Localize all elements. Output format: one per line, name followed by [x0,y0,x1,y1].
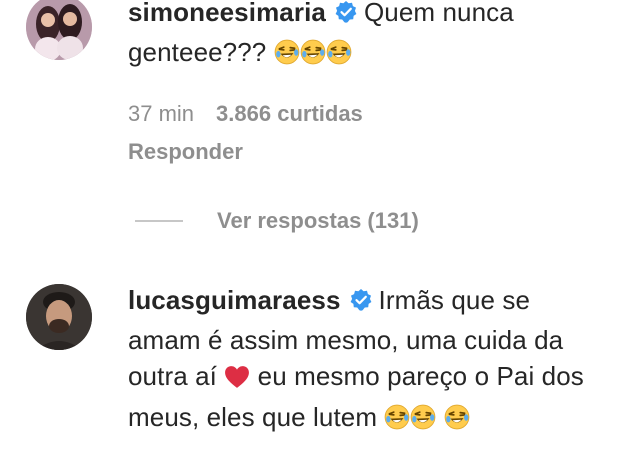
rofl-emoji-icon [273,38,300,75]
comment-text: simoneesimaria Quem nunca genteee??? [128,0,598,74]
view-replies-label: Ver respostas (131) [217,208,419,233]
verified-badge-icon [349,285,373,322]
likes-count[interactable]: 3.866 curtidas [216,101,363,126]
username[interactable]: simoneesimaria [128,0,326,27]
rofl-emoji-icon [299,38,326,75]
rofl-emoji-icon [410,403,437,440]
comment-time[interactable]: 37 min [128,101,194,126]
avatar[interactable] [26,0,92,60]
comment-meta: 37 min 3.866 curtidas [128,101,363,127]
comment-item: simoneesimaria Quem nunca genteee??? 37 m… [0,0,623,260]
username[interactable]: lucasguimaraess [128,285,341,315]
avatar-image [26,284,92,350]
rofl-emoji-icon [444,403,470,440]
comment-text: lucasguimaraess Irmãs que se amam é assim… [128,282,598,439]
avatar-image [26,0,92,60]
red-heart-icon [224,362,250,399]
avatar[interactable] [26,284,92,350]
rofl-emoji-icon [325,38,352,75]
verified-badge-icon [334,0,358,34]
reply-button[interactable]: Responder [128,139,243,165]
divider-line [135,220,183,222]
view-replies-button[interactable]: Ver respostas (131) [135,206,419,236]
comment-item: lucasguimaraess Irmãs que se amam é assim… [0,280,623,473]
rofl-emoji-icon [384,403,411,440]
